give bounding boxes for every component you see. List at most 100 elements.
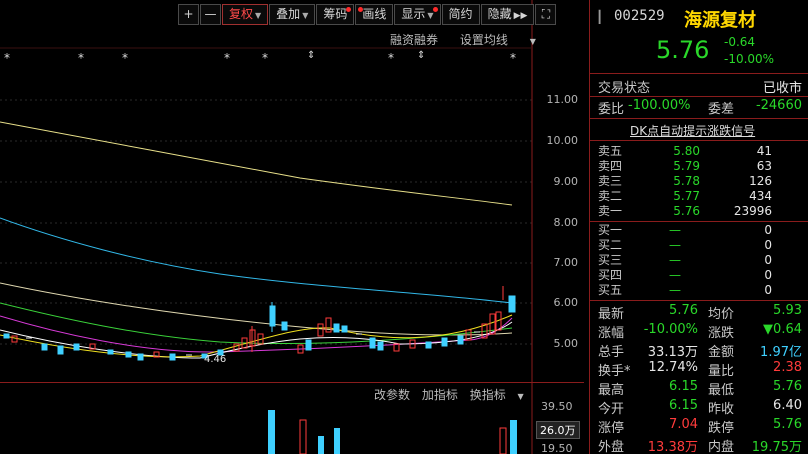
quote-panel: ┃ 002529 海源复材 5.76 -0.64 -10.00% 交易状态 已收…: [589, 0, 808, 454]
ask-volume: 126: [749, 174, 772, 188]
stat-label: 最新: [598, 307, 625, 322]
last-price: 5.76: [656, 36, 710, 64]
ask-row[interactable]: 卖三 5.78 126: [596, 174, 806, 189]
set-ma-label: 设置均线: [459, 33, 508, 47]
bid-row[interactable]: 买一 — 0: [596, 223, 806, 238]
bid-volume: 0: [764, 238, 772, 252]
zoom-out-button[interactable]: —: [200, 4, 221, 25]
price-change-percent: -10.00%: [724, 52, 775, 66]
stats-row: 最新 5.76 均价 5.93: [596, 303, 806, 323]
ask-volume: 63: [756, 159, 772, 173]
bid-label: 买三: [598, 253, 623, 267]
star-marker[interactable]: *: [388, 51, 394, 65]
chevron-down-icon[interactable]: ▼: [518, 392, 524, 401]
star-marker[interactable]: *: [4, 51, 10, 65]
divider: [590, 221, 808, 222]
star-marker[interactable]: *: [510, 51, 516, 65]
bid-ratio-value: -100.00%: [628, 98, 691, 113]
price-axis: 11.00 10.00 9.00 8.00 7.00 6.00 5.00: [532, 0, 584, 380]
bid-row[interactable]: 买五 — 0: [596, 283, 806, 298]
stat-label: 最高: [598, 383, 625, 398]
bid-ratio-row: 委比 -100.00% 委差 -24660: [596, 98, 806, 118]
stat-label: 外盘: [598, 440, 625, 454]
ask-label: 卖三: [598, 174, 623, 188]
price-tick: 7.00: [553, 256, 579, 269]
ask-volume: 434: [749, 189, 772, 203]
margin-trading-link[interactable]: 融资融券: [390, 33, 438, 47]
star-marker[interactable]: *: [122, 51, 128, 65]
bid-ratio-label: 委比: [598, 102, 625, 117]
volume-bars: [268, 410, 517, 454]
zoom-in-button[interactable]: +: [178, 4, 199, 25]
chevron-down-icon: ▼: [255, 11, 262, 20]
bid-label: 买四: [598, 268, 623, 282]
arrow-marker-icon[interactable]: ⇕: [417, 50, 425, 61]
add-indicator-link[interactable]: 加指标: [422, 388, 458, 402]
restore-rights-dropdown[interactable]: 复权 ▼: [222, 4, 269, 25]
arrow-marker-icon[interactable]: ⇕: [307, 50, 315, 61]
stats-row: 外盘 13.38万 内盘 19.75万: [596, 436, 806, 454]
hide-button[interactable]: 隐藏 ▶▶: [480, 4, 535, 25]
stat-label: 总手: [598, 345, 625, 360]
stat-label: 今开: [598, 402, 625, 417]
divider: [590, 118, 808, 119]
display-label: 显示: [401, 7, 426, 21]
stock-name[interactable]: 海源复材: [684, 6, 756, 32]
ma10-line: [0, 321, 513, 359]
ask-row[interactable]: 卖二 5.77 434: [596, 189, 806, 204]
stat-value: 19.75万: [751, 440, 802, 454]
ma30-line: [0, 302, 513, 344]
settings-gear-icon[interactable]: ┃: [596, 10, 603, 24]
stat-label: 跌停: [708, 421, 735, 436]
ask-volume: 23996: [733, 204, 772, 218]
stat-value: 5.93: [773, 303, 802, 318]
chips-button[interactable]: 筹码: [316, 4, 355, 25]
star-marker[interactable]: *: [78, 51, 84, 65]
stat-label: 换手*: [598, 364, 631, 379]
stat-label: 最低: [708, 383, 735, 398]
kline-chart-pane[interactable]: * * * * * * * ⇕ ⇕ 4.46 + — 复权 ▼ 叠加 ▼ 筹码 画线…: [0, 0, 584, 454]
restore-rights-label: 复权: [229, 7, 254, 21]
simple-mode-button[interactable]: 简约: [441, 4, 480, 25]
bid-row[interactable]: 买二 — 0: [596, 238, 806, 253]
switch-indicator-link[interactable]: 换指标: [470, 388, 506, 402]
price-tick: 10.00: [546, 134, 579, 147]
stat-value: 5.76: [669, 303, 698, 318]
chart-toolbar: + — 复权 ▼ 叠加 ▼ 筹码 画线 显示 ▼ 简约 隐藏 ▶▶ ⛶: [178, 4, 557, 26]
trade-status-label: 交易状态: [598, 81, 651, 96]
bid-row[interactable]: 买三 — 0: [596, 253, 806, 268]
stats-row: 最高 6.15 最低 5.76: [596, 379, 806, 399]
notification-dot-icon: [432, 7, 438, 12]
ask-volume: 41: [756, 144, 772, 158]
star-marker[interactable]: *: [224, 51, 230, 65]
stats-row: 今开 6.15 昨收 6.40: [596, 398, 806, 418]
bid-label: 买五: [598, 283, 623, 297]
ask-price: 5.77: [673, 189, 700, 203]
draw-line-label: 画线: [362, 7, 387, 21]
ask-row[interactable]: 卖一 5.76 23996: [596, 204, 806, 219]
ask-row[interactable]: 卖四 5.79 63: [596, 159, 806, 174]
bid-volume: 0: [764, 223, 772, 237]
ask-row[interactable]: 卖五 5.80 41: [596, 144, 806, 159]
bid-label: 买二: [598, 238, 623, 252]
divider: [590, 140, 808, 141]
edit-params-link[interactable]: 改参数: [374, 388, 410, 402]
price-change: -0.64: [724, 35, 756, 49]
stat-value: 5.76: [773, 417, 802, 432]
overlay-dropdown[interactable]: 叠加 ▼: [269, 4, 316, 25]
ask-price: 5.79: [673, 159, 700, 173]
bid-label: 买一: [598, 223, 623, 237]
bid-volume: 0: [764, 283, 772, 297]
trade-status-value: 已收市: [762, 81, 802, 96]
bid-price: —: [669, 223, 681, 237]
display-dropdown[interactable]: 显示 ▼: [394, 4, 441, 25]
bid-row[interactable]: 买四 — 0: [596, 268, 806, 283]
stat-value: 6.15: [669, 398, 698, 413]
trade-status-row: 交易状态 已收市: [596, 77, 806, 97]
chips-label: 筹码: [323, 7, 348, 21]
dk-signal-link[interactable]: DK点自动提示涨跌信号: [630, 122, 755, 139]
stat-label: 金额: [708, 345, 735, 360]
draw-line-button[interactable]: 画线: [355, 4, 394, 25]
star-marker[interactable]: *: [262, 51, 268, 65]
chevron-down-icon: ▼: [302, 11, 309, 20]
